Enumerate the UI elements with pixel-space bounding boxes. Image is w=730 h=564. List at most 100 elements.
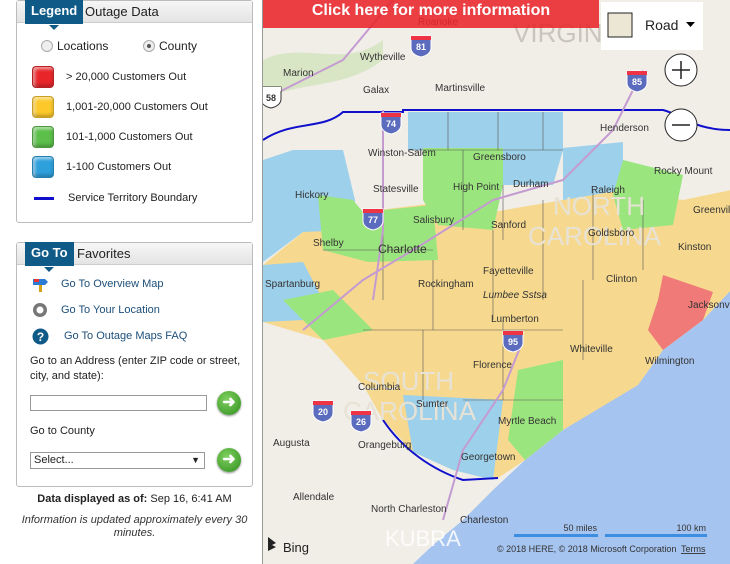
map-type-label[interactable]: Road [645, 17, 678, 33]
tab-outage-data[interactable]: Outage Data [79, 1, 165, 23]
radio-circle[interactable] [143, 40, 155, 52]
dropdown-arrow-icon: ▼ [191, 455, 200, 465]
tab-favorites[interactable]: Favorites [71, 243, 136, 265]
link-overview-map[interactable]: Go To Overview Map [31, 275, 164, 293]
legend-label: 1-100 Customers Out [66, 161, 172, 173]
scale-bar-km [605, 534, 707, 537]
address-input[interactable] [30, 395, 207, 411]
legend-label: 101-1,000 Customers Out [66, 131, 193, 143]
map-canvas[interactable]: VIRGINIA NORTH CAROLINA SOUTH CAROLINA R… [263, 0, 730, 564]
data-timestamp: Data displayed as of: Sep 16, 6:41 AM [16, 493, 253, 505]
radio-label: Locations [57, 39, 109, 53]
city-label: Galax [363, 85, 389, 96]
city-label: Greenville [693, 205, 730, 216]
highway-shield-icon: 85 [626, 70, 648, 93]
address-label: Go to an Address (enter ZIP code or stre… [30, 355, 241, 382]
city-label: Durham [513, 179, 549, 190]
svg-text:20: 20 [318, 407, 328, 417]
terms-link[interactable]: Terms [681, 544, 706, 554]
help-icon: ? [31, 327, 49, 345]
city-label: Charleston [460, 515, 508, 526]
arrow-right-icon: ➜ [222, 394, 236, 411]
svg-text:81: 81 [416, 42, 426, 52]
legend-item-boundary: Service Territory Boundary [32, 192, 197, 204]
city-label: Wilmington [645, 356, 694, 367]
city-label: Salisbury [413, 215, 454, 226]
info-banner-text[interactable]: Click here for more information [312, 2, 550, 19]
goto-tabbar: Go To Favorites [17, 242, 252, 272]
outage-map[interactable]: VIRGINIA NORTH CAROLINA SOUTH CAROLINA R… [262, 0, 730, 564]
county-select[interactable]: Select... ▼ [30, 452, 205, 469]
svg-text:85: 85 [632, 77, 642, 87]
tab-legend[interactable]: Legend [25, 0, 84, 30]
svg-text:58: 58 [266, 93, 276, 103]
link-label[interactable]: Go To Outage Maps FAQ [64, 330, 187, 342]
highway-shield-icon: 20 [312, 400, 334, 423]
county-label: Go to County [30, 425, 95, 437]
link-your-location[interactable]: Go To Your Location [31, 301, 160, 319]
city-label: Spartanburg [265, 279, 320, 290]
city-label: Lumberton [491, 314, 539, 325]
link-label[interactable]: Go To Overview Map [61, 278, 164, 290]
timestamp-prefix: Data displayed as of: [37, 493, 148, 505]
city-label: Columbia [358, 382, 401, 393]
radio-label: County [159, 39, 198, 53]
city-label: Jacksonville [688, 300, 730, 311]
city-label: Clinton [606, 274, 637, 285]
city-label: Charlotte [378, 242, 427, 256]
red-swatch-icon [32, 66, 54, 88]
city-label: Henderson [600, 123, 649, 134]
city-label: Statesville [373, 184, 419, 195]
city-label: Florence [473, 360, 512, 371]
city-label: Hickory [295, 190, 328, 201]
copyright-text: © 2018 HERE, © 2018 Microsoft Corporatio… [497, 544, 676, 554]
link-label[interactable]: Go To Your Location [61, 304, 160, 316]
legend-item-high: > 20,000 Customers Out [32, 66, 186, 88]
city-label: Winston-Salem [368, 148, 436, 159]
city-label: Lumbee Sstsa [483, 290, 547, 301]
road-map-thumbnail-icon [607, 12, 633, 38]
radio-circle[interactable] [41, 40, 53, 52]
bing-logo: Bing [283, 540, 309, 555]
city-label: Georgetown [461, 452, 515, 463]
goto-panel: Go To Favorites Go To Overview Map Go To… [16, 242, 253, 487]
city-label: Fayetteville [483, 266, 534, 277]
city-label: North Charleston [371, 504, 447, 515]
highway-shield-icon: 74 [380, 112, 402, 135]
legend-label: Service Territory Boundary [68, 192, 198, 204]
blue-swatch-icon [32, 156, 54, 178]
county-go-button[interactable]: ➜ [217, 448, 241, 472]
tab-go-to[interactable]: Go To [25, 242, 74, 272]
county-select-value: Select... [34, 454, 74, 466]
radio-county[interactable]: County [143, 39, 197, 53]
svg-text:77: 77 [368, 215, 378, 225]
arrow-right-icon: ➜ [222, 451, 236, 468]
city-label: Sumter [416, 399, 449, 410]
city-label: Orangeburg [358, 440, 411, 451]
signpost-icon [31, 275, 49, 293]
city-label: Greensboro [473, 152, 526, 163]
city-label: Shelby [313, 238, 344, 249]
green-swatch-icon [32, 126, 54, 148]
kubra-logo: KUBRA [385, 526, 461, 551]
highway-shield-icon: 77 [362, 208, 384, 231]
legend-item-mid: 1,001-20,000 Customers Out [32, 96, 208, 118]
legend-panel: Legend Outage Data Locations County > 20… [16, 0, 253, 223]
legend-label: > 20,000 Customers Out [66, 71, 187, 83]
city-label: Raleigh [591, 185, 625, 196]
svg-text:26: 26 [356, 417, 366, 427]
city-label: Rocky Mount [654, 166, 713, 177]
radio-locations[interactable]: Locations [41, 39, 108, 53]
link-faq[interactable]: ? Go To Outage Maps FAQ [31, 327, 187, 345]
city-label: Kinston [678, 242, 711, 253]
scale-miles-label: 50 miles [563, 523, 597, 533]
city-label: Augusta [273, 438, 310, 449]
scale-bar-miles [514, 534, 598, 537]
highway-shield-icon: 58 [263, 86, 282, 109]
address-go-button[interactable]: ➜ [217, 391, 241, 415]
city-label: Martinsville [435, 83, 485, 94]
city-label: Whiteville [570, 344, 613, 355]
svg-text:?: ? [36, 330, 43, 344]
city-label: Marion [283, 68, 314, 79]
boundary-line-icon [34, 196, 54, 200]
